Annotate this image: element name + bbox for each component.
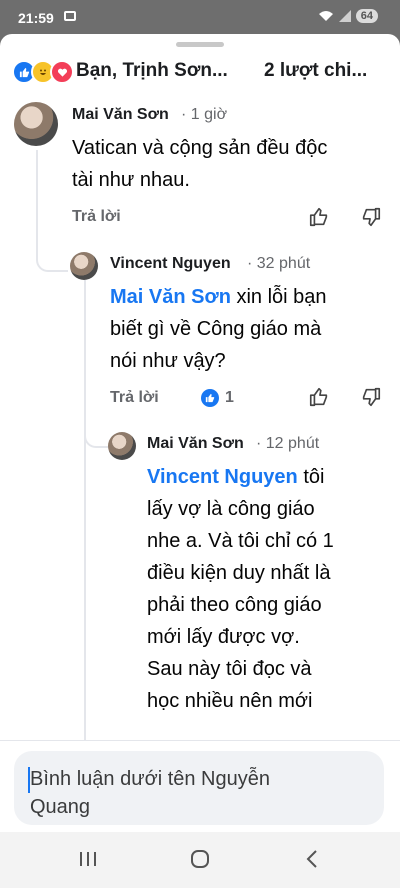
reactions-header[interactable]: Bạn, Trịnh Sơn... 2 lượt chi... [0,54,400,88]
comment-text-line: tôi [297,466,325,488]
like-comment-icon[interactable] [308,206,330,228]
like-count[interactable]: 1 [225,389,234,407]
thread-connector [84,414,110,448]
shares-count[interactable]: 2 lượt chi... [264,60,372,82]
back-icon [306,850,317,868]
comment-text-line: nói như vậy? [110,350,226,372]
comment-author[interactable]: Mai Văn Sơn [72,106,169,124]
comment-author[interactable]: Vincent Nguyen [110,255,231,273]
comment-time: · 12 phút [256,435,320,452]
placeholder-line: Bình luận dưới tên Nguyễn [30,768,270,790]
dislike-comment-icon[interactable] [360,206,382,228]
comment-text-line: tài như nhau. [72,169,190,191]
comment-input-placeholder: Bình luận dưới tên Nguyễn Quang [30,765,330,821]
like-comment-icon[interactable] [308,386,330,408]
comment-text-line: Vatican và cộng sản đều độc [72,137,328,159]
comment-time: · 1 giờ [181,106,228,123]
comment-text-line: học nhiều nên mới [147,690,313,712]
comment-text-line: nhe a. Và tôi chỉ có 1 [147,530,334,552]
status-time: 21:59 [18,10,54,26]
love-reaction-icon [50,60,74,84]
comment-text-line: điều kiện duy nhất là [147,562,331,584]
thread-line [84,280,86,740]
recents-icon [80,852,96,866]
comment-text-line: Sau này tôi đọc và [147,658,312,680]
reaction-icons [12,60,74,84]
avatar[interactable] [70,252,98,280]
back-button[interactable] [292,844,332,874]
reply-button[interactable]: Trả lời [110,389,159,407]
screenshot-icon [64,11,76,21]
comment-text: Mai Văn Sơn xin lỗi bạn biết gì về Công … [110,281,390,377]
avatar[interactable] [14,102,58,146]
comment-text-line: lấy vợ là công giáo [147,498,315,520]
drag-handle[interactable] [176,42,224,47]
comments-sheet: Bạn, Trịnh Sơn... 2 lượt chi... Mai Văn … [0,34,400,888]
comment-text-line: xin lỗi bạn [230,286,327,308]
mention-link[interactable]: Mai Văn Sơn [110,286,231,308]
system-nav-bar [0,832,400,888]
reply-button[interactable]: Trả lời [72,208,121,226]
battery-icon: 64 [355,9,378,23]
like-badge-icon [201,389,219,407]
signal-icon [338,10,351,22]
comment-text-line: mới lấy được vợ. [147,626,300,648]
comment-author[interactable]: Mai Văn Sơn [147,435,244,453]
home-icon [191,850,209,868]
dislike-comment-icon[interactable] [360,386,382,408]
recents-button[interactable] [68,844,108,874]
reactors-summary[interactable]: Bạn, Trịnh Sơn... [76,60,246,82]
comment-text: Vincent Nguyen tôi lấy vợ là công giáo n… [147,461,387,717]
comment-text: Vatican và cộng sản đều độc tài như nhau… [72,132,392,196]
status-indicators: 64 [318,9,378,23]
comment-text-line: phải theo công giáo [147,594,322,616]
mention-link[interactable]: Vincent Nguyen [147,466,298,488]
placeholder-line: Quang [30,796,91,818]
comment-text-line: biết gì về Công giáo mà [110,318,322,340]
status-bar: 21:59 64 [0,0,400,34]
thread-line [36,150,38,230]
thread-connector [36,230,68,272]
wifi-icon [318,11,333,21]
avatar[interactable] [108,432,136,460]
comment-composer: Bình luận dưới tên Nguyễn Quang [0,740,400,833]
comment-time: · 32 phút [247,255,311,272]
home-button[interactable] [180,844,220,874]
comment-input[interactable]: Bình luận dưới tên Nguyễn Quang [14,751,384,825]
